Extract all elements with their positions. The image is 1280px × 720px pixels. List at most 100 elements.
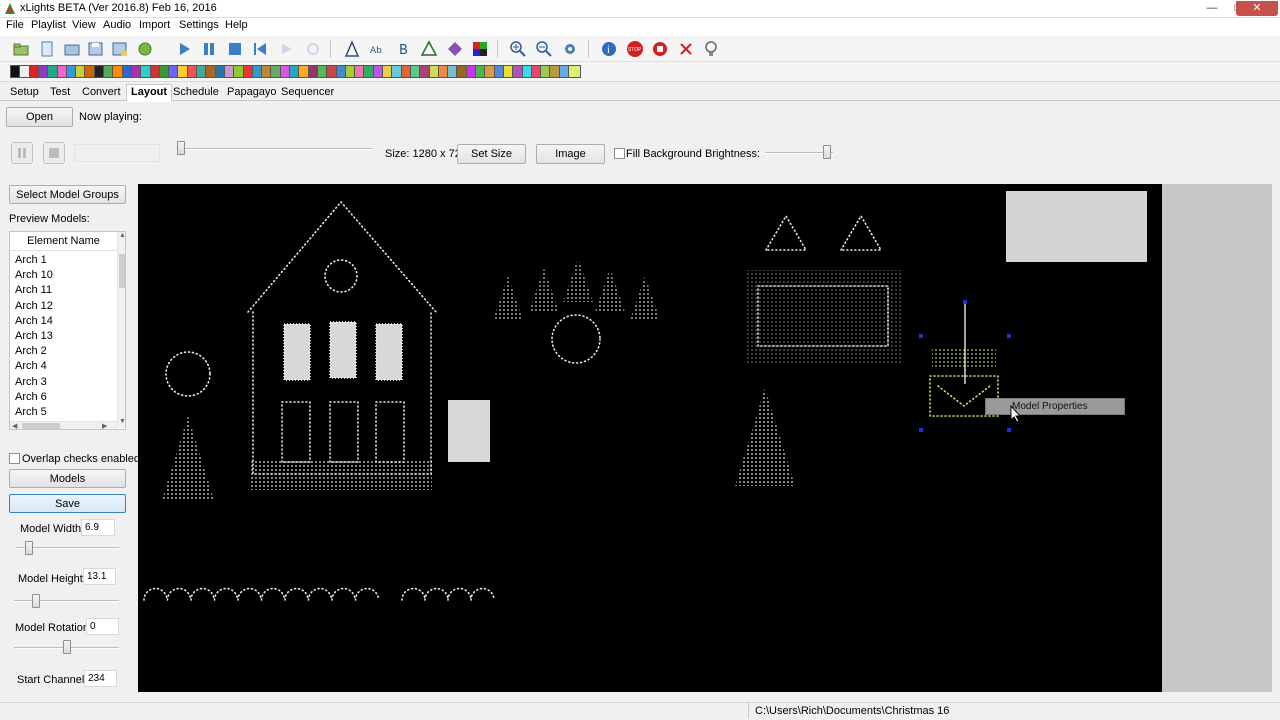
selection-handle[interactable] xyxy=(1007,334,1011,338)
scroll-up-icon[interactable]: ▲ xyxy=(118,232,125,241)
menu-audio[interactable]: Audio xyxy=(100,19,134,31)
record-stop-icon[interactable] xyxy=(649,39,671,59)
hscroll-thumb[interactable] xyxy=(22,423,60,429)
model-rotation-field[interactable]: 0 xyxy=(86,618,119,635)
play-icon[interactable] xyxy=(173,39,195,59)
arch-model[interactable] xyxy=(470,587,495,601)
play-preview-button[interactable] xyxy=(11,142,33,164)
fill-background-checkbox[interactable] xyxy=(614,148,625,159)
mini-tree-model[interactable] xyxy=(595,268,625,312)
arch-model[interactable] xyxy=(284,587,309,601)
arch-model[interactable] xyxy=(166,587,192,601)
tab-sequencer[interactable]: Sequencer xyxy=(277,85,338,101)
triangle-icon[interactable]: B xyxy=(393,39,415,59)
arch-model[interactable] xyxy=(424,587,449,601)
mini-tree-model[interactable] xyxy=(563,258,593,302)
house-door-model[interactable] xyxy=(375,401,405,463)
selection-handle[interactable] xyxy=(919,428,923,432)
tab-layout[interactable]: Layout xyxy=(126,84,173,102)
bulb-icon[interactable] xyxy=(700,39,722,59)
start-channel-field[interactable]: 234 xyxy=(84,670,117,687)
tab-papagayo[interactable]: Papagayo xyxy=(223,85,281,101)
selection-handle[interactable] xyxy=(963,300,967,304)
brightness-slider-thumb[interactable] xyxy=(823,145,831,159)
minimize-button[interactable]: — xyxy=(1199,1,1225,16)
element-list[interactable]: Element Name Arch 1 Arch 10 Arch 11 Arch 12… xyxy=(9,231,126,430)
stop-sign-icon[interactable]: STOP xyxy=(624,39,646,59)
wreath-model[interactable] xyxy=(551,314,601,364)
model-width-slider-thumb[interactable] xyxy=(25,541,33,555)
color-grid-icon[interactable] xyxy=(469,39,491,59)
matrix-panel-model[interactable] xyxy=(746,270,902,364)
lighting-icon[interactable] xyxy=(341,39,363,59)
house-door-model[interactable] xyxy=(281,401,311,463)
new-folder-icon[interactable] xyxy=(10,39,32,59)
house-window-round-model[interactable] xyxy=(324,259,358,293)
models-button[interactable]: Models xyxy=(9,469,126,488)
render-all-icon[interactable] xyxy=(134,39,156,59)
gear-icon[interactable] xyxy=(559,39,581,59)
element-list-item[interactable]: Arch 3 xyxy=(15,375,47,390)
pause-icon[interactable] xyxy=(198,39,220,59)
info-icon[interactable]: i xyxy=(598,39,620,59)
element-list-item[interactable]: Arch 13 xyxy=(15,329,53,344)
vscroll-thumb[interactable] xyxy=(119,254,125,288)
menu-view[interactable]: View xyxy=(69,19,99,31)
triangle-model[interactable] xyxy=(765,214,808,251)
scroll-right-icon[interactable]: ▶ xyxy=(102,422,107,429)
save-icon[interactable] xyxy=(85,39,107,59)
replay-icon[interactable] xyxy=(276,39,298,59)
text-effect-icon[interactable]: Ab xyxy=(367,39,389,59)
arch-model[interactable] xyxy=(307,587,333,601)
preview-models-drawing[interactable] xyxy=(138,184,1162,692)
element-list-item[interactable]: Arch 2 xyxy=(15,344,47,359)
settings-icon[interactable] xyxy=(302,39,324,59)
menu-settings[interactable]: Settings xyxy=(176,19,222,31)
arch-model[interactable] xyxy=(260,587,286,601)
selection-handle[interactable] xyxy=(919,334,923,338)
tab-schedule[interactable]: Schedule xyxy=(169,85,223,101)
house-door-model[interactable] xyxy=(329,401,359,463)
select-model-groups-button[interactable]: Select Model Groups xyxy=(9,185,126,204)
selected-model-inner[interactable] xyxy=(937,385,991,408)
first-frame-icon[interactable] xyxy=(249,39,271,59)
zoom-in-icon[interactable] xyxy=(507,39,529,59)
model-width-field[interactable]: 6.9 xyxy=(81,519,115,536)
model-height-field[interactable]: 13.1 xyxy=(83,568,116,585)
house-icon[interactable] xyxy=(418,39,440,59)
new-file-icon[interactable] xyxy=(36,39,58,59)
zoom-out-icon[interactable] xyxy=(533,39,555,59)
menu-playlist[interactable]: Playlist xyxy=(28,19,69,31)
open-icon[interactable] xyxy=(61,39,83,59)
house-window-model[interactable] xyxy=(375,323,403,381)
arch-model[interactable] xyxy=(354,587,380,601)
effect-icon[interactable] xyxy=(568,65,581,78)
house-roof-model[interactable] xyxy=(247,200,437,313)
house-porch-matrix-model[interactable] xyxy=(250,460,432,490)
selected-model-top[interactable] xyxy=(932,348,996,368)
tab-setup[interactable]: Setup xyxy=(6,85,43,101)
model-rotation-slider-thumb[interactable] xyxy=(63,640,71,654)
menu-import[interactable]: Import xyxy=(136,19,173,31)
house-window-model[interactable] xyxy=(283,323,311,381)
open-button[interactable]: Open xyxy=(6,107,73,127)
save-as-icon[interactable] xyxy=(109,39,131,59)
menu-file[interactable]: File xyxy=(3,19,27,31)
house-window-model[interactable] xyxy=(329,321,357,379)
element-list-item[interactable]: Arch 6 xyxy=(15,390,47,405)
tab-test[interactable]: Test xyxy=(46,85,74,101)
layout-preview-canvas[interactable] xyxy=(138,184,1162,692)
save-button[interactable]: Save xyxy=(9,494,126,513)
playback-slider-thumb[interactable] xyxy=(177,141,185,155)
stop-icon[interactable] xyxy=(224,39,246,59)
element-list-item[interactable]: Arch 5 xyxy=(15,405,47,420)
stop-preview-button[interactable] xyxy=(43,142,65,164)
model-height-slider-thumb[interactable] xyxy=(32,594,40,608)
mini-tree-model[interactable] xyxy=(630,276,660,320)
playback-slider-track[interactable] xyxy=(176,148,372,150)
mega-tree-left-model[interactable] xyxy=(162,416,214,500)
star-model[interactable] xyxy=(165,351,211,397)
no-link-icon[interactable] xyxy=(675,39,697,59)
scroll-left-icon[interactable]: ◀ xyxy=(12,422,17,429)
arch-model[interactable] xyxy=(213,587,239,601)
